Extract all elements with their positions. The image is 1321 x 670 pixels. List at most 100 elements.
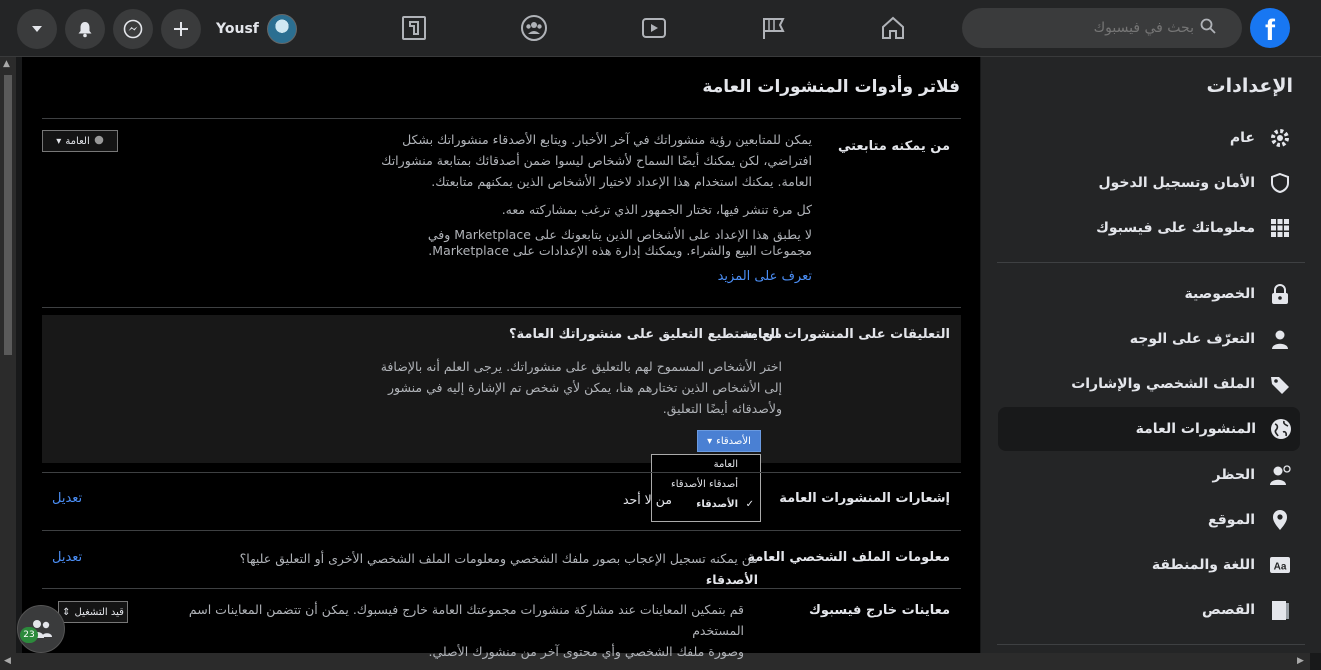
- comments-question: من يستطيع التعليق على منشوراتك العامة؟: [509, 327, 782, 342]
- gear-icon: [1267, 125, 1293, 151]
- account-menu-chevron-icon[interactable]: [17, 9, 57, 49]
- sidebar-item-stories[interactable]: القصص: [999, 588, 1299, 632]
- sidebar-title: الإعدادات: [1206, 75, 1293, 97]
- sidebar-item-label: الأمان وتسجيل الدخول: [1098, 175, 1255, 191]
- sidebar-item-label: الخصوصية: [1184, 286, 1255, 302]
- off-facebook-line: وصورة ملفك الشخصي وأي محتوى آخر من منشور…: [428, 644, 744, 659]
- followers-setting-label: من يمكنه متابعتي: [837, 139, 950, 154]
- comments-line: إلى الأشخاص الذين تختارهم هنا، يمكن لأي …: [388, 380, 782, 395]
- learn-more-link[interactable]: تعرف على المزيد: [718, 269, 812, 284]
- chevron-down-icon: ▾: [56, 135, 62, 147]
- dropdown-selected-label: الأصدقاء: [716, 435, 751, 447]
- sidebar-item-label: التعرّف على الوجه: [1129, 331, 1255, 347]
- page-title: فلاتر وأدوات المنشورات العامة: [702, 77, 960, 97]
- profile-info-audience: الأصدقاء: [705, 572, 758, 587]
- menu-item-friends[interactable]: الأصدقاء: [696, 499, 738, 510]
- followers-line: يمكن للمتابعين رؤية منشوراتك في آخر الأخ…: [402, 132, 812, 147]
- edit-profile-info-link[interactable]: تعديل: [52, 550, 82, 565]
- sidebar-item-label: معلوماتك على فيسبوك: [1096, 220, 1255, 236]
- divider: [42, 307, 961, 308]
- sidebar-item-label: اللغة والمنطقة: [1151, 557, 1255, 573]
- profile-shortcut[interactable]: Yousf: [216, 12, 297, 46]
- shield-icon: [1267, 170, 1293, 196]
- followers-audience-note: كل مرة تنشر فيها، تختار الجمهور الذي ترغ…: [501, 202, 812, 217]
- sidebar-divider: [997, 644, 1305, 645]
- book-icon: [1267, 597, 1293, 623]
- public-post-notifications-label: إشعارات المنشورات العامة: [779, 491, 950, 506]
- avatar: [266, 14, 297, 44]
- followers-marketplace-note: لا يطبق هذا الإعداد على الأشخاص الذين يت…: [352, 227, 812, 259]
- up-down-arrows-icon: ⇕: [62, 606, 71, 618]
- edit-notifications-link[interactable]: تعديل: [52, 491, 82, 506]
- sidebar-item-general[interactable]: عام: [999, 116, 1299, 160]
- pages-flag-icon[interactable]: [760, 14, 788, 42]
- sidebar-item-security[interactable]: الأمان وتسجيل الدخول: [999, 161, 1299, 205]
- top-navigation-bar: Yousf f: [0, 0, 1321, 57]
- face-recognition-icon: [1267, 326, 1293, 352]
- off-facebook-description: قم بتمكين المعاينات عند مشاركة منشورات م…: [164, 599, 744, 662]
- followers-line: افتراضي، لكن يمكنك أيضًا السماح لأشخاص ل…: [381, 153, 812, 168]
- groups-icon[interactable]: [520, 14, 548, 42]
- off-facebook-previews-label: معاينات خارج فيسبوك: [809, 603, 950, 618]
- comments-description: اختر الأشخاص المسموح لهم بالتعليق على من…: [362, 356, 782, 419]
- profile-info-description: من يمكنه تسجيل الإعجاب بصور ملفك الشخصي …: [198, 548, 758, 590]
- comments-audience-menu: العامة أصدقاء الأصدقاء الأصدقاء ✓: [651, 454, 761, 522]
- search-icon: [1200, 18, 1216, 38]
- comments-line: ولأصدقائه أيضًا التعليق.: [662, 401, 782, 416]
- language-icon: Aa: [1267, 552, 1293, 578]
- followers-audience-button[interactable]: العامة ▾: [42, 130, 118, 152]
- scrollbar-thumb[interactable]: [4, 75, 12, 355]
- scroll-left-arrow-icon[interactable]: ◀: [4, 656, 11, 666]
- scroll-up-arrow-icon[interactable]: ▲: [3, 59, 10, 69]
- status-label: قيد التشغيل: [74, 606, 124, 618]
- sidebar-item-public-posts[interactable]: المنشورات العامة: [998, 407, 1300, 451]
- menu-item-public[interactable]: العامة: [714, 459, 738, 470]
- marketplace-line: مجموعات البيع والشراء. ويمكنك إدارة هذه …: [428, 243, 812, 258]
- comments-line: اختر الأشخاص المسموح لهم بالتعليق على من…: [380, 359, 782, 374]
- facebook-logo[interactable]: f: [1250, 8, 1290, 48]
- sidebar-item-location[interactable]: الموقع: [999, 498, 1299, 542]
- sidebar-item-label: المنشورات العامة: [1135, 421, 1256, 437]
- user-name: Yousf: [216, 21, 259, 37]
- messenger-icon[interactable]: [113, 9, 153, 49]
- notifications-value: من لا أحد: [622, 492, 672, 507]
- gaming-icon[interactable]: [400, 14, 428, 42]
- divider: [42, 118, 961, 119]
- sidebar-item-label: الحظر: [1212, 467, 1256, 483]
- sidebar-divider: [997, 262, 1305, 263]
- divider: [42, 472, 961, 473]
- sidebar-item-label: الموقع: [1208, 512, 1255, 528]
- chat-count-badge: 23: [20, 627, 38, 643]
- off-facebook-status-button[interactable]: قيد التشغيل ⇕: [58, 601, 128, 623]
- lock-icon: [1267, 281, 1293, 307]
- followers-description: يمكن للمتابعين رؤية منشوراتك في آخر الأخ…: [352, 129, 812, 192]
- sidebar-item-language-region[interactable]: Aa اللغة والمنطقة: [999, 543, 1299, 587]
- search-input[interactable]: [974, 20, 1194, 36]
- sidebar-item-face-recognition[interactable]: التعرّف على الوجه: [999, 317, 1299, 361]
- off-facebook-line: قم بتمكين المعاينات عند مشاركة منشورات م…: [188, 602, 744, 638]
- vertical-scrollbar[interactable]: ▲: [0, 57, 16, 653]
- sidebar-item-blocking[interactable]: الحظر: [999, 453, 1299, 497]
- sidebar-item-profile-tagging[interactable]: الملف الشخصي والإشارات: [999, 362, 1299, 406]
- menu-item-friends-of-friends[interactable]: أصدقاء الأصدقاء: [671, 479, 738, 490]
- facebook-logo-letter: f: [1265, 14, 1275, 47]
- divider: [42, 530, 961, 531]
- followers-line: العامة. يمكنك استخدام هذا الإعداد لاختيا…: [431, 174, 812, 189]
- scroll-right-arrow-icon[interactable]: ▶: [1297, 656, 1304, 666]
- settings-content: فلاتر وأدوات المنشورات العامة من يمكنه م…: [22, 57, 980, 659]
- plus-icon[interactable]: [161, 9, 201, 49]
- divider: [42, 588, 961, 589]
- sidebar-item-label: الملف الشخصي والإشارات: [1071, 376, 1255, 392]
- settings-sidebar: الإعدادات عام الأمان وتسجيل الدخول معلوم…: [981, 57, 1321, 653]
- sidebar-item-your-information[interactable]: معلوماتك على فيسبوك: [999, 206, 1299, 250]
- search-box[interactable]: [962, 8, 1242, 48]
- home-icon[interactable]: [879, 14, 907, 42]
- sidebar-item-privacy[interactable]: الخصوصية: [999, 272, 1299, 316]
- watch-video-icon[interactable]: [640, 14, 668, 42]
- notifications-bell-icon[interactable]: [65, 9, 105, 49]
- chevron-down-icon: ▾: [707, 435, 713, 447]
- grid-icon: [1267, 215, 1293, 241]
- tag-icon: [1267, 371, 1293, 397]
- profile-info-text: من يمكنه تسجيل الإعجاب بصور ملفك الشخصي …: [239, 551, 758, 566]
- comments-audience-dropdown[interactable]: الأصدقاء ▾: [697, 430, 761, 452]
